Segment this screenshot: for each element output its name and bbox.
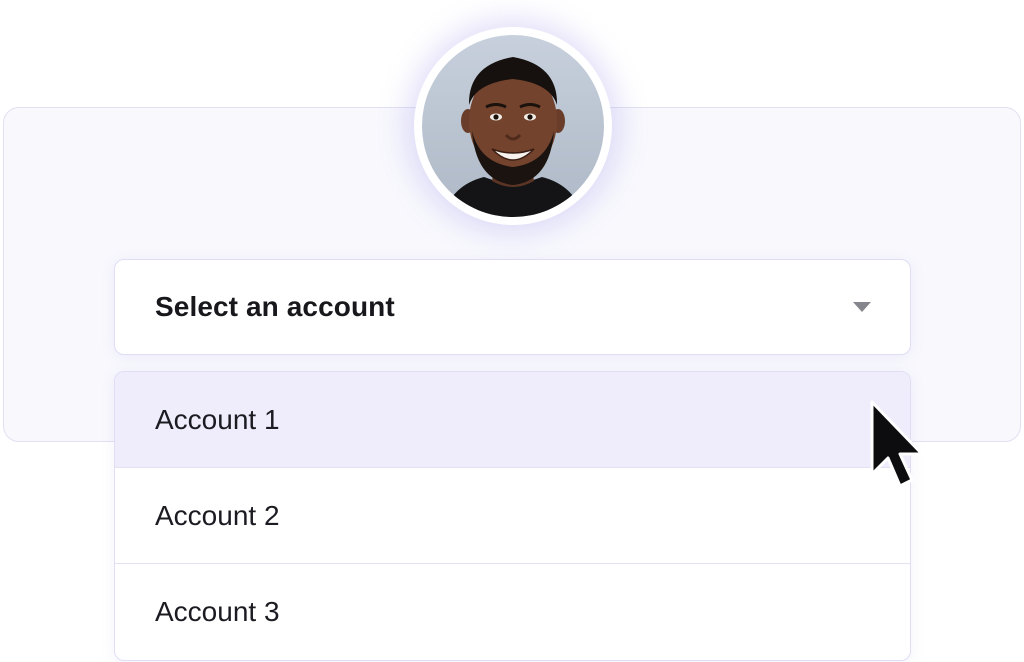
option-label: Account 1 [155,403,280,435]
account-picker-scene: Select an account Account 1 Account 2 Ac… [0,0,1024,662]
select-label: Select an account [155,291,395,322]
option-account-1[interactable]: Account 1 [115,372,910,468]
option-account-3[interactable]: Account 3 [115,564,910,660]
account-select[interactable]: Select an account [114,259,911,355]
account-options-list: Account 1 Account 2 Account 3 [114,371,911,661]
avatar [422,35,604,217]
option-label: Account 3 [155,596,280,627]
option-label: Account 2 [155,499,280,531]
option-account-2[interactable]: Account 2 [115,468,910,564]
mouse-pointer-icon [870,400,924,488]
caret-down-icon[interactable] [852,301,872,313]
avatar-frame [414,27,612,225]
